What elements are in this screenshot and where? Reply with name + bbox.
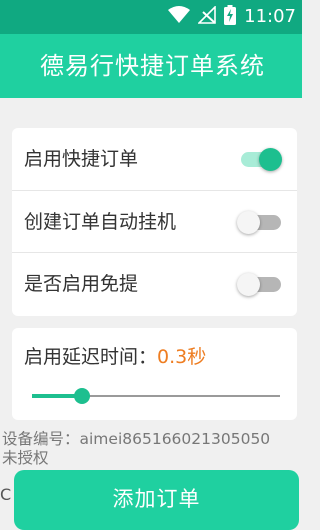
device-id: 设备编号：aimei865166021305050 bbox=[2, 430, 271, 448]
slider-knob[interactable] bbox=[73, 388, 90, 404]
delay-card: 启用延迟时间：0.3秒 bbox=[12, 328, 297, 420]
toggle-row-handsfree[interactable]: 是否启用免提 bbox=[12, 252, 297, 315]
switch-thumb bbox=[259, 148, 282, 171]
settings-card: 启用快捷订单 创建订单自动挂机 是否启用免提 bbox=[12, 128, 297, 316]
wifi-icon bbox=[168, 6, 191, 28]
switch-thumb bbox=[237, 273, 260, 296]
quick-order-switch[interactable] bbox=[237, 148, 282, 171]
delay-label-row: 启用延迟时间：0.3秒 bbox=[24, 342, 206, 369]
status-icons: 11:07 bbox=[168, 5, 296, 29]
device-info: 设备编号：aimei865166021305050 未授权 bbox=[2, 430, 270, 468]
app-bar: 德易行快捷订单系统 bbox=[0, 34, 302, 98]
signal-blocked-icon bbox=[197, 5, 216, 28]
delay-label: 启用延迟时间： bbox=[24, 346, 158, 368]
license-status: 未授权 bbox=[2, 449, 49, 467]
delay-value: 0.3秒 bbox=[157, 346, 207, 368]
auto-hangup-switch[interactable] bbox=[237, 211, 281, 234]
app-title: 德易行快捷订单系统 bbox=[40, 52, 265, 80]
edge-text: C bbox=[0, 485, 12, 504]
battery-charging-icon bbox=[224, 5, 237, 29]
toggle-label: 启用快捷订单 bbox=[24, 148, 139, 170]
toggle-row-auto-hangup[interactable]: 创建订单自动挂机 bbox=[12, 190, 297, 253]
status-time: 11:07 bbox=[244, 6, 296, 27]
add-order-button[interactable]: 添加订单 bbox=[14, 470, 299, 530]
handsfree-switch[interactable] bbox=[237, 273, 281, 296]
status-bar: 11:07 bbox=[0, 0, 302, 34]
switch-thumb bbox=[237, 211, 260, 234]
toggle-label: 是否启用免提 bbox=[24, 273, 139, 295]
toggle-row-quick-order[interactable]: 启用快捷订单 bbox=[12, 128, 297, 190]
toggle-label: 创建订单自动挂机 bbox=[24, 211, 177, 233]
delay-slider[interactable] bbox=[32, 388, 280, 404]
